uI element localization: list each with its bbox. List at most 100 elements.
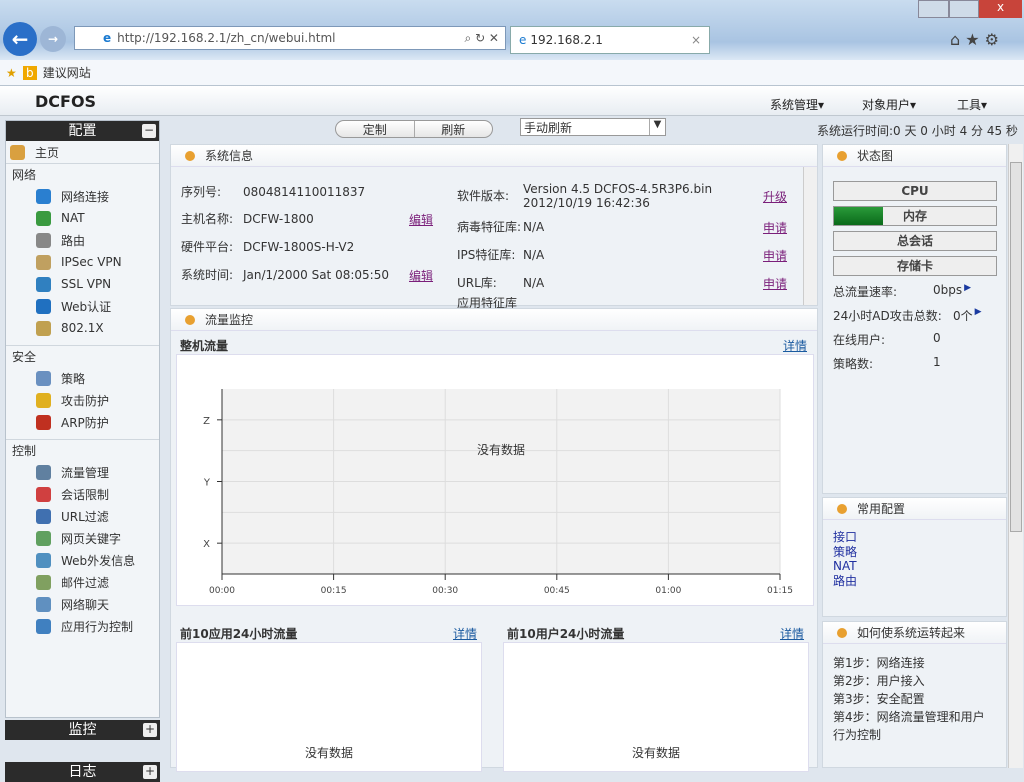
- scrollbar-thumb[interactable]: [1010, 162, 1022, 532]
- sidebar-item[interactable]: 网页关键字: [6, 527, 159, 549]
- sidebar-item[interactable]: 攻击防护: [6, 389, 159, 411]
- top-apps-detail-link[interactable]: 详情: [453, 625, 477, 642]
- common-config-link[interactable]: 路由: [833, 574, 996, 589]
- menu-tools[interactable]: 工具▾: [957, 96, 987, 113]
- sidebar-item[interactable]: 会话限制: [6, 483, 159, 505]
- info-label: 硬件平台:: [181, 239, 234, 254]
- info-action-link[interactable]: 申请: [763, 275, 787, 292]
- top-users-chart: 没有数据: [503, 642, 809, 772]
- home-icon: [10, 144, 25, 160]
- favorites-star-icon[interactable]: ★: [6, 66, 17, 80]
- howto-step: 第4步：网络流量管理和用户行为控制: [833, 710, 985, 742]
- info-action-link[interactable]: 申请: [763, 219, 787, 236]
- sidebar-item[interactable]: 应用行为控制: [6, 615, 159, 637]
- status-bar[interactable]: 存储卡: [833, 256, 997, 276]
- info-value: DCFW-1800: [243, 212, 314, 226]
- arrow-right-icon[interactable]: ▶: [964, 283, 971, 307]
- sidebar-item[interactable]: IPSec VPN: [6, 251, 159, 273]
- overall-detail-link[interactable]: 详情: [783, 337, 807, 354]
- sidebar-item-home[interactable]: 主页: [6, 141, 159, 163]
- bullet-icon: [185, 314, 195, 325]
- sidebar-item[interactable]: 网络聊天: [6, 593, 159, 615]
- info-value: DCFW-1800S-H-V2: [243, 240, 355, 254]
- info-action-link[interactable]: 编辑: [409, 267, 433, 284]
- info-label: 病毒特征库:: [457, 219, 522, 234]
- common-config-link[interactable]: 策略: [833, 545, 996, 560]
- common-config-link[interactable]: NAT: [833, 559, 996, 574]
- collapse-icon[interactable]: −: [142, 124, 156, 138]
- info-action-link[interactable]: 编辑: [409, 211, 433, 228]
- info-value: N/A: [523, 276, 545, 290]
- sidebar-item[interactable]: 802.1X: [6, 317, 159, 339]
- bullet-icon: [837, 627, 847, 638]
- close-button[interactable]: x: [979, 0, 1023, 18]
- sidebar-item[interactable]: 邮件过滤: [6, 571, 159, 593]
- traffic-monitor-panel: 流量监控 整机流量 详情 00:00 00:15 00:30 00:45 01:00 01…: [170, 308, 818, 772]
- restore-button[interactable]: [948, 0, 980, 18]
- sidebar-item[interactable]: NAT: [6, 207, 159, 229]
- arrow-right-icon[interactable]: ▶: [975, 307, 982, 331]
- status-bar[interactable]: 总会话: [833, 231, 997, 251]
- menu-objects-users[interactable]: 对象用户▾: [862, 96, 916, 113]
- sidebar-log-header[interactable]: 日志 +: [5, 762, 160, 782]
- top-users-title: 前10用户24小时流量: [507, 627, 625, 641]
- sidebar-item[interactable]: 策略: [6, 367, 159, 389]
- sidebar-config-header[interactable]: 配置 −: [6, 121, 159, 141]
- top-users-detail-link[interactable]: 详情: [780, 625, 804, 642]
- back-button[interactable]: ←: [3, 22, 37, 56]
- howto-step: 第2步：用户接入: [833, 674, 925, 688]
- menu-item-icon: [36, 618, 51, 634]
- expand-icon[interactable]: +: [143, 765, 157, 779]
- uptime: 系统运行时间:0 天 0 小时 4 分 45 秒: [817, 124, 1018, 138]
- customize-button[interactable]: 定制: [336, 121, 415, 137]
- panel-title: 状态图: [857, 149, 894, 163]
- x-tick-label: 01:15: [767, 586, 793, 596]
- status-bar[interactable]: CPU: [833, 181, 997, 201]
- info-row: IPS特征库: N/A 申请: [457, 241, 787, 269]
- sidebar-item[interactable]: 网络连接: [6, 185, 159, 207]
- stat-row: 24小时AD攻击总数: 0个 ▶: [833, 307, 1003, 331]
- bullet-icon: [837, 150, 847, 161]
- browser-tab[interactable]: e 192.168.2.1 ×: [510, 26, 710, 54]
- info-action-link[interactable]: 申请: [763, 247, 787, 264]
- common-config-panel: 常用配置 接口 策略 NAT 路由: [822, 497, 1007, 617]
- suggested-sites-link[interactable]: 建议网站: [43, 64, 91, 81]
- forward-button[interactable]: →: [40, 26, 66, 52]
- menu-item-icon: [36, 464, 51, 480]
- minimize-button[interactable]: [918, 0, 949, 18]
- info-value: Version 4.5 DCFOS-4.5R3P6.bin 2012/10/19…: [523, 182, 713, 210]
- sidebar-item[interactable]: SSL VPN: [6, 273, 159, 295]
- menu-item-icon: [36, 254, 51, 270]
- info-row: URL库: N/A 申请: [457, 269, 787, 297]
- info-row: 序列号: 0804814110011837: [181, 179, 441, 205]
- sidebar-item[interactable]: 流量管理: [6, 461, 159, 483]
- y-tick-label: Y: [203, 478, 211, 489]
- menu-item-icon: [36, 596, 51, 612]
- info-row: 主机名称: DCFW-1800 编辑: [181, 205, 441, 233]
- sidebar-item[interactable]: Web外发信息: [6, 549, 159, 571]
- menu-item-icon: [36, 574, 51, 590]
- search-icon[interactable]: ⌕ ↻ ✕: [465, 31, 499, 46]
- scrollbar[interactable]: [803, 167, 817, 305]
- bullet-icon: [837, 503, 847, 514]
- sidebar-item[interactable]: Web认证: [6, 295, 159, 317]
- address-bar[interactable]: e http://192.168.2.1/zh_cn/webui.html ⌕ ↻ …: [74, 26, 506, 50]
- info-label: 序列号:: [181, 184, 222, 199]
- sidebar-monitor-header[interactable]: 监控 +: [5, 720, 160, 740]
- sidebar-item[interactable]: 路由: [6, 229, 159, 251]
- sidebar-item[interactable]: URL过滤: [6, 505, 159, 527]
- menu-item-icon: [36, 320, 51, 336]
- close-tab-icon[interactable]: ×: [691, 33, 701, 47]
- status-bar[interactable]: 内存: [833, 206, 997, 226]
- window-controls[interactable]: x: [918, 0, 1023, 18]
- sidebar-item[interactable]: ARP防护: [6, 411, 159, 433]
- common-config-link[interactable]: 接口: [833, 530, 996, 545]
- menu-system-management[interactable]: 系统管理▾: [770, 96, 824, 113]
- refresh-mode-select[interactable]: 手动刷新 ▼: [520, 118, 666, 136]
- info-action-link[interactable]: 升级: [763, 188, 787, 205]
- refresh-button[interactable]: 刷新: [415, 121, 493, 137]
- browser-tools[interactable]: ⌂ ★ ⚙: [950, 30, 999, 49]
- expand-icon[interactable]: +: [143, 723, 157, 737]
- page-scrollbar[interactable]: [1008, 144, 1023, 768]
- ie-icon: e: [519, 33, 527, 47]
